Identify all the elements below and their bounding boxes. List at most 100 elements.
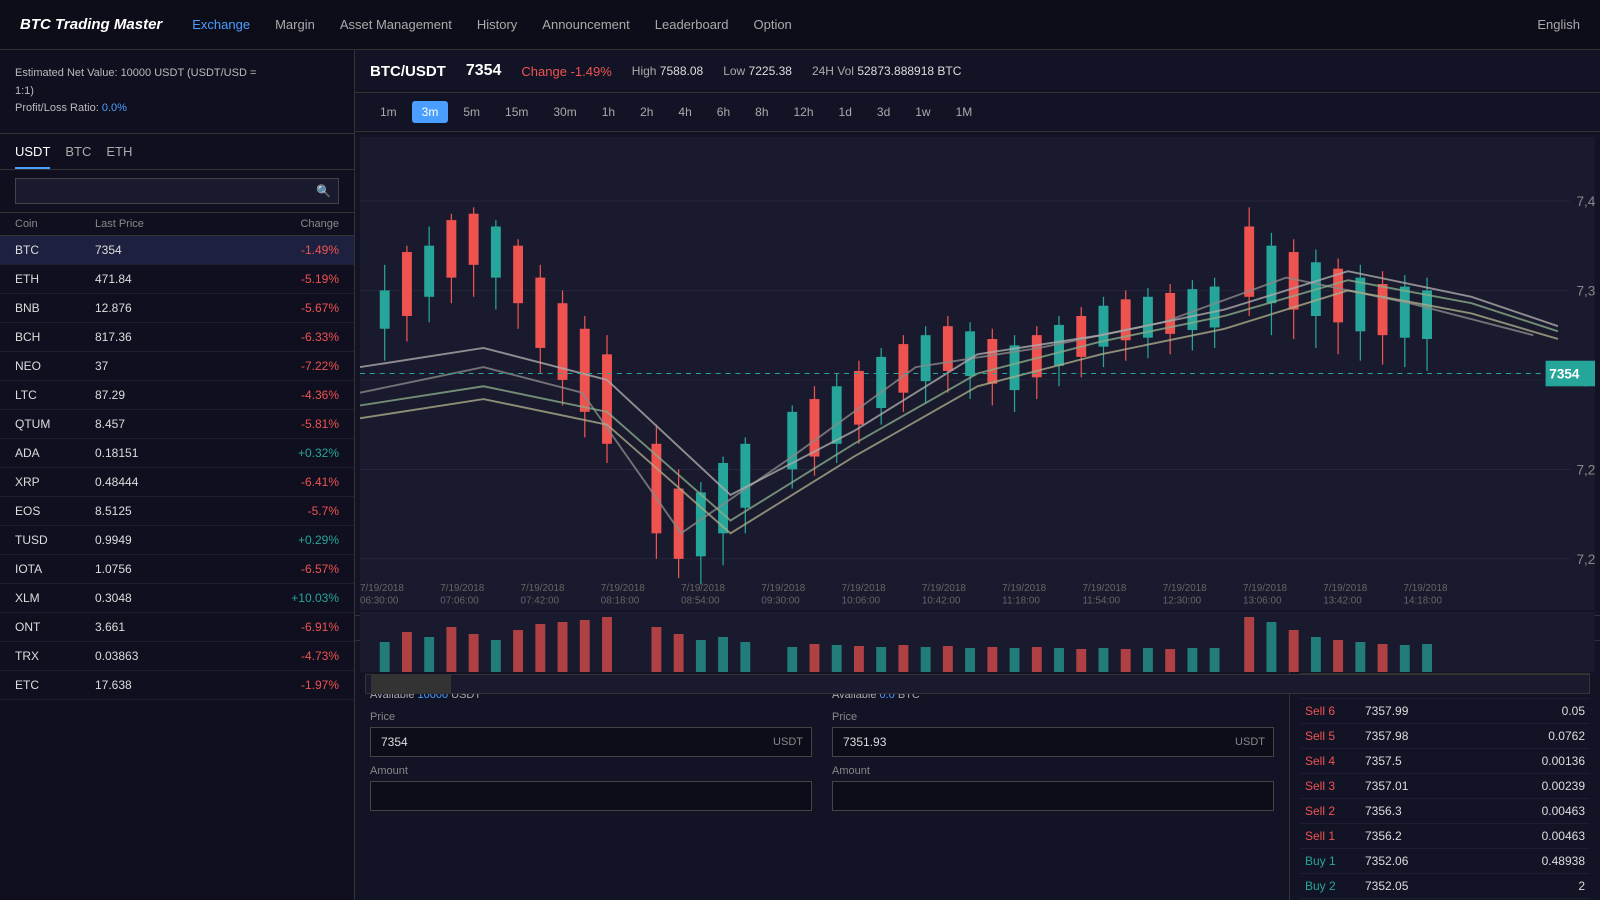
content-area: BTC/USDT 7354 Change -1.49% High 7588.08… <box>355 50 1600 900</box>
coin-row-qtum[interactable]: QTUM 8.457 -5.81% <box>0 410 354 439</box>
time-btn-1m[interactable]: 1m <box>370 101 407 123</box>
search-input[interactable] <box>15 178 339 204</box>
ob-sell5-label: Sell 5 <box>1305 729 1365 743</box>
nav-option[interactable]: Option <box>753 17 791 32</box>
coin-price: 8.5125 <box>95 504 259 518</box>
time-btn-5m[interactable]: 5m <box>453 101 490 123</box>
svg-text:7,410: 7,410 <box>1576 193 1595 209</box>
coin-change: -1.49% <box>259 243 339 257</box>
coin-row-bnb[interactable]: BNB 12.876 -5.67% <box>0 294 354 323</box>
coin-row-xrp[interactable]: XRP 0.48444 -6.41% <box>0 468 354 497</box>
tab-btc[interactable]: BTC <box>65 144 91 169</box>
time-btn-2h[interactable]: 2h <box>630 101 663 123</box>
time-btn-3m[interactable]: 3m <box>412 101 449 123</box>
ob-sell4-label: Sell 4 <box>1305 754 1365 768</box>
sell-amount-input[interactable] <box>833 782 1273 810</box>
coin-row-xlm[interactable]: XLM 0.3048 +10.03% <box>0 584 354 613</box>
time-btn-1M[interactable]: 1M <box>946 101 983 123</box>
net-value-line2: 1:1) <box>15 83 339 101</box>
nav-leaderboard[interactable]: Leaderboard <box>655 17 729 32</box>
buy-price-unit: USDT <box>765 736 811 748</box>
coin-row-trx[interactable]: TRX 0.03863 -4.73% <box>0 642 354 671</box>
time-btn-1h[interactable]: 1h <box>592 101 625 123</box>
coin-row-iota[interactable]: IOTA 1.0756 -6.57% <box>0 555 354 584</box>
coin-change: -6.41% <box>259 475 339 489</box>
tab-usdt[interactable]: USDT <box>15 144 50 169</box>
coin-price: 3.661 <box>95 620 259 634</box>
ob-buy1-price: 7352.06 <box>1365 854 1475 868</box>
svg-text:7/19/2018: 7/19/2018 <box>1323 583 1367 594</box>
ob-sell3-price: 7357.01 <box>1365 779 1475 793</box>
time-btn-3d[interactable]: 3d <box>867 101 900 123</box>
coin-row-eos[interactable]: EOS 8.5125 -5.7% <box>0 497 354 526</box>
time-btn-8h[interactable]: 8h <box>745 101 778 123</box>
ob-sell3-amount: 0.00239 <box>1475 779 1585 793</box>
coin-change: -6.33% <box>259 330 339 344</box>
ob-sell2-label: Sell 2 <box>1305 804 1365 818</box>
coin-row-etc[interactable]: ETC 17.638 -1.97% <box>0 671 354 700</box>
ob-buy2-price: 7352.05 <box>1365 879 1475 893</box>
svg-text:7,260: 7,260 <box>1576 551 1595 567</box>
coin-row-ltc[interactable]: LTC 87.29 -4.36% <box>0 381 354 410</box>
svg-text:7/19/2018: 7/19/2018 <box>1082 583 1126 594</box>
chart-scrollbar[interactable] <box>365 674 1590 694</box>
sell-price-input-wrapper: USDT <box>832 727 1274 757</box>
svg-text:06:30:00: 06:30:00 <box>360 595 399 606</box>
nav-links: Exchange Margin Asset Management History… <box>192 17 1537 32</box>
time-btn-4h[interactable]: 4h <box>668 101 701 123</box>
svg-text:7354: 7354 <box>1549 365 1580 381</box>
coin-row-bch[interactable]: BCH 817.36 -6.33% <box>0 323 354 352</box>
nav-asset-management[interactable]: Asset Management <box>340 17 452 32</box>
order-book-row: Buy 1 7352.06 0.48938 <box>1300 849 1590 874</box>
ob-sell1-label: Sell 1 <box>1305 829 1365 843</box>
coin-row-btc[interactable]: BTC 7354 -1.49% <box>0 236 354 265</box>
coin-row-ada[interactable]: ADA 0.18151 +0.32% <box>0 439 354 468</box>
tab-eth[interactable]: ETH <box>106 144 132 169</box>
svg-text:7,380: 7,380 <box>1576 282 1595 298</box>
language-selector[interactable]: English <box>1537 17 1580 32</box>
buy-price-input[interactable] <box>371 728 765 756</box>
time-btn-1w[interactable]: 1w <box>905 101 940 123</box>
ob-sell6-price: 7357.99 <box>1365 704 1475 718</box>
coin-row-tusd[interactable]: TUSD 0.9949 +0.29% <box>0 526 354 555</box>
sell-price-input[interactable] <box>833 728 1227 756</box>
coin-row-eth[interactable]: ETH 471.84 -5.19% <box>0 265 354 294</box>
order-book-row: Buy 2 7352.05 2 <box>1300 874 1590 899</box>
svg-text:08:18:00: 08:18:00 <box>601 595 640 606</box>
svg-text:7/19/2018: 7/19/2018 <box>360 583 404 594</box>
svg-text:7/19/2018: 7/19/2018 <box>601 583 645 594</box>
coin-price: 87.29 <box>95 388 259 402</box>
nav-exchange[interactable]: Exchange <box>192 17 250 32</box>
svg-text:08:54:00: 08:54:00 <box>681 595 720 606</box>
time-btn-30m[interactable]: 30m <box>543 101 586 123</box>
time-btn-1d[interactable]: 1d <box>829 101 862 123</box>
chart-container: 7,410 7,380 7,320 7,290 7,260 <box>355 132 1600 615</box>
coin-price: 7354 <box>95 243 259 257</box>
nav-history[interactable]: History <box>477 17 517 32</box>
svg-text:11:54:00: 11:54:00 <box>1082 595 1120 606</box>
ob-sell6-amount: 0.05 <box>1475 704 1585 718</box>
ob-buy2-amount: 2 <box>1475 879 1585 893</box>
coin-list-header: Coin Last Price Change <box>0 213 354 236</box>
low-stat: Low 7225.38 <box>723 64 792 78</box>
coin-change: +10.03% <box>259 591 339 605</box>
nav-announcement[interactable]: Announcement <box>542 17 629 32</box>
chart-header: BTC/USDT 7354 Change -1.49% High 7588.08… <box>355 50 1600 93</box>
coin-price: 0.3048 <box>95 591 259 605</box>
time-btn-15m[interactable]: 15m <box>495 101 538 123</box>
nav-margin[interactable]: Margin <box>275 17 315 32</box>
time-btn-12h[interactable]: 12h <box>784 101 824 123</box>
coin-change: -5.7% <box>259 504 339 518</box>
buy-amount-input[interactable] <box>371 782 811 810</box>
sell-price-unit: USDT <box>1227 736 1273 748</box>
coin-change: +0.29% <box>259 533 339 547</box>
coin-row-neo[interactable]: NEO 37 -7.22% <box>0 352 354 381</box>
order-book-row: Sell 3 7357.01 0.00239 <box>1300 774 1590 799</box>
svg-text:7/19/2018: 7/19/2018 <box>842 583 886 594</box>
coin-name: ETH <box>15 272 95 286</box>
coin-row-ont[interactable]: ONT 3.661 -6.91% <box>0 613 354 642</box>
time-btn-6h[interactable]: 6h <box>707 101 740 123</box>
svg-text:13:42:00: 13:42:00 <box>1323 595 1362 606</box>
coin-price: 37 <box>95 359 259 373</box>
svg-text:12:30:00: 12:30:00 <box>1163 595 1202 606</box>
